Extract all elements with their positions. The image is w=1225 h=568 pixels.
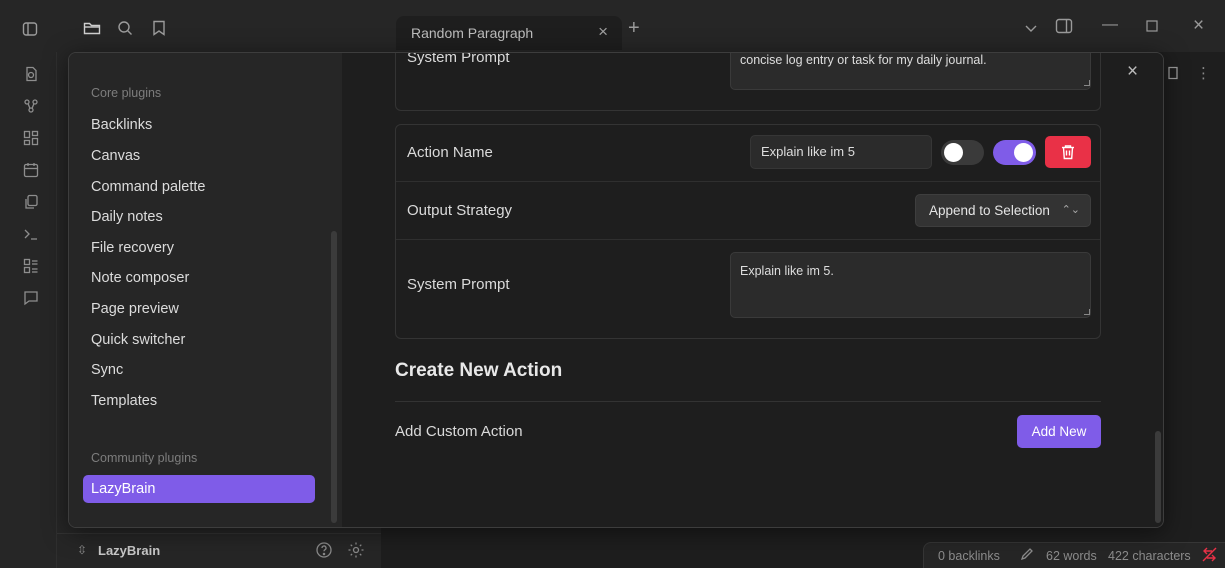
minimize-icon[interactable]: — bbox=[1102, 16, 1118, 34]
word-count: 62 words bbox=[1046, 549, 1097, 563]
nav-item-command-palette[interactable]: Command palette bbox=[83, 173, 315, 201]
action-name-row: Action Name Explain like im 5 bbox=[396, 125, 1100, 181]
tab-random-paragraph[interactable]: Random Paragraph × bbox=[396, 16, 622, 50]
nav-item-canvas[interactable]: Canvas bbox=[83, 142, 315, 170]
settings-content: System Prompt concise log entry or task … bbox=[342, 52, 1163, 527]
app-window: Random Paragraph × + — × ⋮ ⇳ LazyBrain 0… bbox=[0, 0, 1225, 568]
resize-grip-icon[interactable] bbox=[1084, 80, 1090, 86]
action-card: Action Name Explain like im 5 Output Str… bbox=[395, 124, 1101, 339]
open-quick-switcher-icon[interactable] bbox=[23, 66, 39, 82]
system-prompt-label: System Prompt bbox=[407, 52, 510, 66]
nav-item-sync[interactable]: Sync bbox=[83, 356, 315, 384]
maximize-icon[interactable] bbox=[1146, 19, 1158, 37]
more-options-icon[interactable]: ⋮ bbox=[1196, 64, 1211, 82]
resize-grip-icon[interactable] bbox=[1084, 309, 1090, 315]
pencil-icon[interactable] bbox=[1020, 547, 1034, 564]
character-count: 422 characters bbox=[1108, 549, 1191, 563]
output-strategy-row: Output Strategy Append to Selection ⌃⌄ bbox=[396, 181, 1100, 239]
core-plugins-heading: Core plugins bbox=[91, 86, 162, 100]
tab-label: Random Paragraph bbox=[411, 25, 534, 41]
gear-icon[interactable] bbox=[347, 541, 365, 564]
search-icon[interactable] bbox=[117, 20, 133, 36]
folder-icon[interactable] bbox=[83, 20, 101, 36]
calendar-icon[interactable] bbox=[23, 162, 39, 178]
action-name-input[interactable]: Explain like im 5 bbox=[750, 135, 932, 169]
backlinks-count[interactable]: 0 backlinks bbox=[938, 549, 1000, 563]
window-close-icon[interactable]: × bbox=[1193, 15, 1204, 37]
content-scrollbar[interactable] bbox=[1155, 431, 1161, 523]
chevron-up-down-icon: ⌃⌄ bbox=[1061, 204, 1080, 216]
action-name-label: Action Name bbox=[407, 144, 493, 161]
graph-view-icon[interactable] bbox=[23, 98, 39, 114]
nav-item-note-composer[interactable]: Note composer bbox=[83, 264, 315, 292]
ribbon bbox=[0, 52, 57, 568]
vault-switcher-bar: ⇳ LazyBrain bbox=[57, 533, 381, 568]
system-prompt-label: System Prompt bbox=[407, 276, 510, 293]
settings-nav: Core plugins Backlinks Canvas Command pa… bbox=[69, 53, 342, 527]
nav-item-backlinks[interactable]: Backlinks bbox=[83, 111, 315, 139]
sidebar-header bbox=[57, 0, 381, 52]
system-prompt-textarea[interactable]: Explain like im 5. bbox=[730, 252, 1091, 318]
toggle-knob bbox=[944, 143, 963, 162]
community-plugins-heading: Community plugins bbox=[91, 451, 198, 465]
copy-icon[interactable] bbox=[23, 194, 39, 210]
output-strategy-value: Append to Selection bbox=[929, 203, 1050, 218]
system-prompt-textarea[interactable]: concise log entry or task for my daily j… bbox=[730, 53, 1091, 90]
terminal-icon[interactable] bbox=[23, 226, 39, 242]
nav-item-lazybrain[interactable]: LazyBrain bbox=[83, 475, 315, 503]
delete-action-button[interactable] bbox=[1045, 136, 1091, 168]
canvas-icon[interactable] bbox=[23, 130, 39, 146]
right-sidebar-toggle-icon[interactable] bbox=[1055, 18, 1073, 39]
reading-view-icon[interactable] bbox=[1167, 66, 1179, 80]
output-strategy-select[interactable]: Append to Selection ⌃⌄ bbox=[915, 194, 1091, 227]
plus-icon[interactable]: + bbox=[628, 17, 640, 40]
help-icon[interactable] bbox=[315, 541, 333, 564]
sidebar-toggle-icon[interactable] bbox=[22, 21, 38, 37]
action-toggle-1[interactable] bbox=[941, 140, 984, 165]
nav-item-templates[interactable]: Templates bbox=[83, 387, 315, 415]
sync-error-icon[interactable] bbox=[1202, 547, 1217, 565]
settings-modal: Core plugins Backlinks Canvas Command pa… bbox=[68, 52, 1164, 528]
sidebar-scrollbar[interactable] bbox=[331, 231, 337, 523]
nav-item-daily-notes[interactable]: Daily notes bbox=[83, 203, 315, 231]
message-icon[interactable] bbox=[23, 290, 39, 306]
previous-action-card: System Prompt concise log entry or task … bbox=[395, 52, 1101, 111]
nav-item-quick-switcher[interactable]: Quick switcher bbox=[83, 326, 315, 354]
vault-name[interactable]: LazyBrain bbox=[98, 543, 160, 558]
title-bar: Random Paragraph × + — × bbox=[0, 0, 1225, 52]
close-icon[interactable]: × bbox=[1127, 61, 1138, 83]
status-bar: 0 backlinks 62 words 422 characters bbox=[923, 542, 1225, 568]
nav-item-page-preview[interactable]: Page preview bbox=[83, 295, 315, 323]
system-prompt-row: System Prompt Explain like im 5. bbox=[396, 239, 1100, 339]
trash-icon bbox=[1062, 145, 1074, 160]
chevron-down-icon[interactable] bbox=[1024, 20, 1038, 38]
nav-item-file-recovery[interactable]: File recovery bbox=[83, 234, 315, 262]
section-divider bbox=[395, 401, 1101, 402]
chevron-up-down-icon[interactable]: ⇳ bbox=[77, 543, 87, 557]
create-new-action-heading: Create New Action bbox=[395, 360, 563, 381]
add-new-button[interactable]: Add New bbox=[1017, 415, 1101, 448]
action-toggle-2[interactable] bbox=[993, 140, 1036, 165]
templates-icon[interactable] bbox=[23, 258, 39, 274]
output-strategy-label: Output Strategy bbox=[407, 202, 513, 219]
toggle-knob bbox=[1014, 143, 1033, 162]
add-custom-action-label: Add Custom Action bbox=[395, 423, 523, 440]
close-icon[interactable]: × bbox=[598, 22, 608, 42]
bookmark-icon[interactable] bbox=[152, 20, 166, 36]
